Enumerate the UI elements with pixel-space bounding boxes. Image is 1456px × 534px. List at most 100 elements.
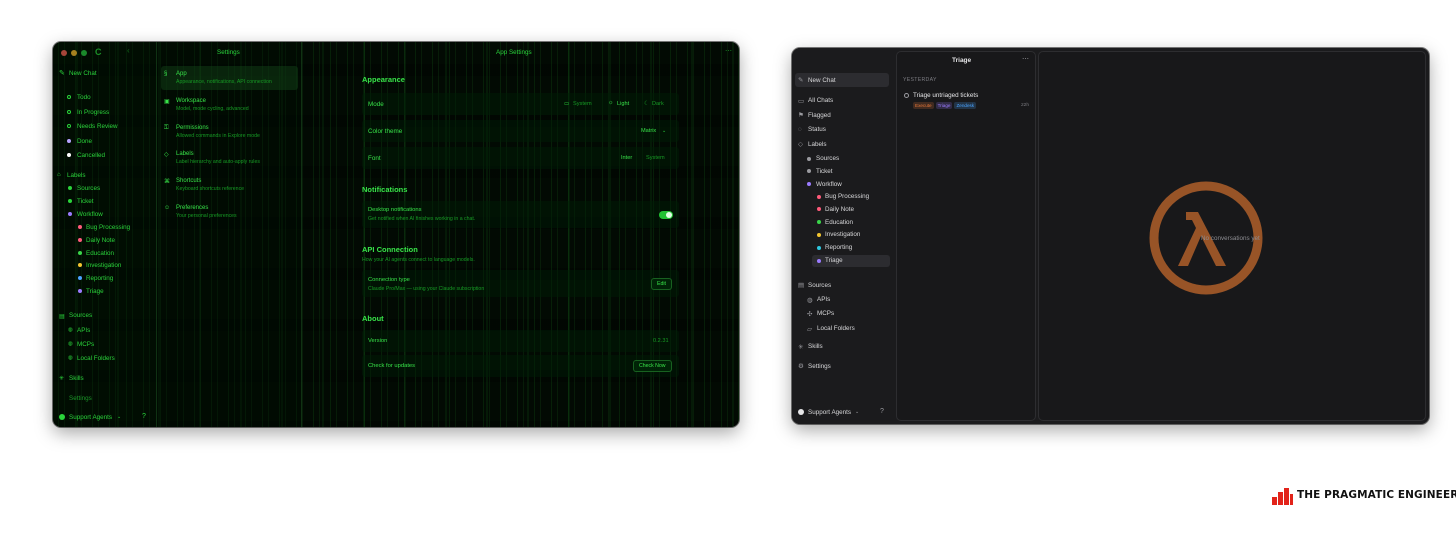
chat-item-title: Triage untriaged tickets: [913, 92, 979, 99]
source-item-local-folders[interactable]: Local Folders: [77, 355, 115, 362]
label-dot-icon: [78, 250, 82, 255]
flag-icon: ⚑: [798, 112, 804, 119]
workflow-item-investigation[interactable]: Investigation: [825, 231, 860, 238]
settings-nav-permissions[interactable]: ⚿ Permissions Allowed commands in Explore …: [164, 125, 298, 145]
label-dot-icon: [807, 182, 811, 187]
new-chat-button[interactable]: New Chat: [69, 70, 97, 77]
empty-state-text: No conversations yet: [1201, 235, 1260, 242]
chevron-down-icon: ⌄: [662, 128, 667, 134]
label-item-workflow[interactable]: Workflow: [77, 211, 103, 218]
flagged-item[interactable]: Flagged: [808, 112, 831, 119]
font-inter-option[interactable]: Inter: [621, 155, 632, 161]
workflow-item-reporting[interactable]: Reporting: [825, 244, 852, 251]
chat-list-item[interactable]: Triage untriaged tickets Execute Triage Ze…: [901, 90, 1031, 112]
help-icon[interactable]: ?: [142, 413, 146, 420]
settings-nav-shortcuts[interactable]: ⌘ Shortcuts Keyboard shortcuts reference: [164, 178, 298, 198]
tag-triage: Triage: [935, 102, 953, 109]
chevron-down-icon: ⌄: [855, 409, 860, 415]
settings-panel: Settings § App Appearance, notifications, …: [156, 42, 301, 427]
desktop-notifications-toggle[interactable]: [659, 211, 673, 219]
workspace-switcher[interactable]: Support Agents: [69, 414, 112, 421]
source-apis[interactable]: APIs: [817, 296, 830, 303]
settings-nav-title: Shortcuts: [176, 178, 202, 185]
source-item-mcps[interactable]: MCPs: [77, 341, 94, 348]
workflow-item-daily-note[interactable]: Daily Note: [86, 237, 115, 244]
label-item-sources[interactable]: Sources: [816, 155, 839, 162]
edit-button[interactable]: Edit: [651, 278, 672, 290]
status-item-needs-review[interactable]: Needs Review: [77, 123, 118, 130]
skills-item[interactable]: Skills: [808, 343, 823, 350]
workflow-item-investigation[interactable]: Investigation: [86, 262, 121, 269]
chevron-down-icon: ⌄: [117, 414, 122, 420]
mode-light-option[interactable]: Light: [617, 101, 629, 107]
settings-nav-icon: §: [164, 71, 168, 77]
settings-nav-title: Preferences: [176, 205, 209, 211]
brand-name: THE PRAGMATIC ENGINEER: [1297, 489, 1456, 501]
help-icon[interactable]: ?: [880, 408, 884, 415]
label-item-ticket[interactable]: Ticket: [816, 168, 833, 175]
all-chats-item[interactable]: All Chats: [808, 97, 833, 104]
more-options-icon[interactable]: ⋯: [725, 47, 732, 55]
sources-section[interactable]: Sources: [808, 282, 831, 289]
sources-section[interactable]: Sources: [69, 312, 92, 319]
settings-nav-desc: Allowed commands in Explore mode: [176, 132, 260, 139]
workflow-item-education[interactable]: Education: [825, 219, 853, 226]
settings-nav-icon: ⚿: [164, 124, 169, 131]
workflow-item-bug-processing[interactable]: Bug Processing: [86, 224, 130, 231]
status-circle-icon: [67, 138, 71, 143]
settings-nav-workspace[interactable]: ▣ Workspace Model, mode cycling, advanced: [164, 98, 298, 118]
settings-item[interactable]: Settings: [808, 363, 831, 370]
settings-nav-preferences[interactable]: ☺ Preferences Your personal preferences: [164, 205, 298, 225]
matrix-theme-window: C ‹ ✎ New Chat Todo In Progress Needs Revi…: [53, 42, 739, 427]
plug-icon: ✣: [807, 311, 813, 318]
label-item-ticket[interactable]: Ticket: [77, 198, 94, 205]
label-dot-icon: [817, 258, 821, 263]
labels-section[interactable]: Labels: [67, 172, 86, 179]
label-dot-icon: [78, 289, 82, 293]
skills-item[interactable]: Skills: [69, 375, 84, 382]
check-updates-label: Check for updates: [368, 363, 416, 369]
label-dot-icon: [78, 263, 82, 268]
workflow-item-triage[interactable]: Triage: [86, 288, 104, 295]
more-options-icon[interactable]: ⋯: [1022, 55, 1029, 63]
workspace-switcher[interactable]: Support Agents: [808, 409, 851, 416]
mode-dark-option[interactable]: Dark: [652, 101, 664, 107]
label-item-sources[interactable]: Sources: [77, 185, 100, 192]
label-dot-icon: [68, 186, 72, 190]
label-dot-icon: [817, 232, 821, 237]
status-circle-icon: [67, 95, 71, 99]
font-system-option[interactable]: System: [646, 155, 665, 161]
status-item-done[interactable]: Done: [77, 138, 92, 145]
new-chat-button[interactable]: New Chat: [808, 77, 836, 84]
source-icon: ◍: [68, 355, 73, 361]
color-theme-select[interactable]: Matrix: [641, 128, 656, 134]
compose-icon: ✎: [798, 77, 804, 84]
settings-nav-title: Permissions: [176, 124, 209, 131]
api-connection-desc: How your AI agents connect to language m…: [362, 257, 475, 263]
status-item-todo[interactable]: Todo: [77, 94, 91, 101]
source-item-apis[interactable]: APIs: [77, 327, 90, 334]
settings-nav-labels[interactable]: ◇ Labels Label hierarchy and auto-apply ru…: [164, 151, 298, 171]
workflow-item-triage[interactable]: Triage: [825, 257, 843, 264]
label-item-workflow[interactable]: Workflow: [816, 181, 842, 188]
pragmatic-engineer-logo-icon: [1272, 486, 1294, 505]
status-item-cancelled[interactable]: Cancelled: [77, 152, 105, 159]
labels-item[interactable]: Labels: [808, 141, 827, 148]
workflow-item-reporting[interactable]: Reporting: [86, 275, 113, 282]
compose-icon: ✎: [59, 70, 65, 77]
status-item[interactable]: Status: [808, 126, 826, 133]
check-now-button[interactable]: Check Now: [633, 360, 672, 372]
version-label: Version: [368, 338, 388, 344]
settings-nav-title: Workspace: [176, 97, 206, 104]
settings-nav-app[interactable]: § App Appearance, notifications, API conne…: [164, 71, 298, 91]
workflow-item-daily-note[interactable]: Daily Note: [825, 206, 854, 213]
workflow-item-education[interactable]: Education: [86, 250, 114, 257]
source-local-folders[interactable]: Local Folders: [817, 325, 855, 332]
settings-item[interactable]: Settings: [69, 395, 92, 402]
workflow-item-bug-processing[interactable]: Bug Processing: [825, 193, 869, 200]
mode-system-option[interactable]: System: [573, 101, 592, 107]
version-row: Version 0.2.31: [362, 330, 679, 352]
status-item-in-progress[interactable]: In Progress: [77, 109, 109, 116]
source-mcps[interactable]: MCPs: [817, 310, 834, 317]
appearance-header: Appearance: [362, 75, 405, 84]
